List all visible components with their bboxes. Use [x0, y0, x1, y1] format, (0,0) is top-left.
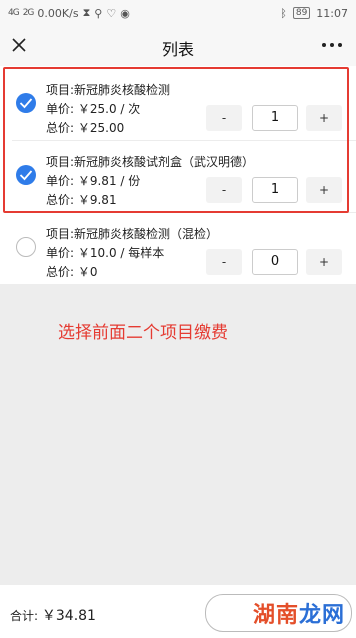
quantity-stepper: - 0 + — [206, 249, 344, 277]
notification-icon: ⚲ — [94, 6, 103, 20]
total-summary: 合计: ￥34.81 — [10, 605, 96, 625]
more-icon — [322, 43, 342, 47]
watermark-text: 湖南龙网 — [252, 603, 345, 628]
item-total-price: 总价: ￥0 — [46, 265, 98, 279]
watermark-logo: 湖南龙网 — [205, 594, 352, 632]
item-unit-price: 单价: ￥10.0 / 每样本 — [46, 246, 165, 260]
signal-1: 4G — [8, 8, 20, 18]
footer-bar: 合计: ￥34.81 湖南龙网 — [0, 585, 356, 638]
decrement-button[interactable]: - — [206, 249, 242, 275]
list-item: 项目:新冠肺炎核酸检测（混检） 单价: ￥10.0 / 每样本 总价: ￥0 -… — [0, 213, 356, 285]
total-amount: ￥34.81 — [41, 608, 96, 624]
status-left: 4G 2G 0.00K/s ⧗ ⚲ ♡ ◉ — [8, 0, 130, 26]
status-bar: 4G 2G 0.00K/s ⧗ ⚲ ♡ ◉ ᛒ 89 11:07 — [0, 0, 356, 26]
quantity-field[interactable]: 0 — [252, 249, 298, 275]
total-label: 合计: — [10, 609, 39, 623]
annotation-text: 选择前面二个项目缴费 — [58, 323, 228, 343]
hourglass-icon: ⧗ — [82, 6, 91, 19]
item-checkbox[interactable] — [16, 237, 36, 257]
app-icon: ◉ — [120, 6, 130, 20]
network-speed: 0.00K/s — [37, 6, 79, 20]
heart-icon: ♡ — [106, 6, 117, 20]
battery-indicator: 89 — [292, 7, 311, 19]
increment-button[interactable]: + — [306, 249, 342, 275]
page-title: 列表 — [161, 40, 194, 59]
bluetooth-icon: ᛒ — [280, 6, 287, 20]
more-button[interactable] — [320, 34, 344, 56]
nav-bar: 列表 — [0, 26, 356, 66]
status-right: ᛒ 89 11:07 — [280, 0, 348, 26]
highlight-box — [3, 67, 349, 213]
signal-2: 2G — [22, 8, 35, 18]
clock: 11:07 — [316, 6, 348, 20]
item-title: 项目:新冠肺炎核酸检测（混检） — [46, 227, 219, 241]
